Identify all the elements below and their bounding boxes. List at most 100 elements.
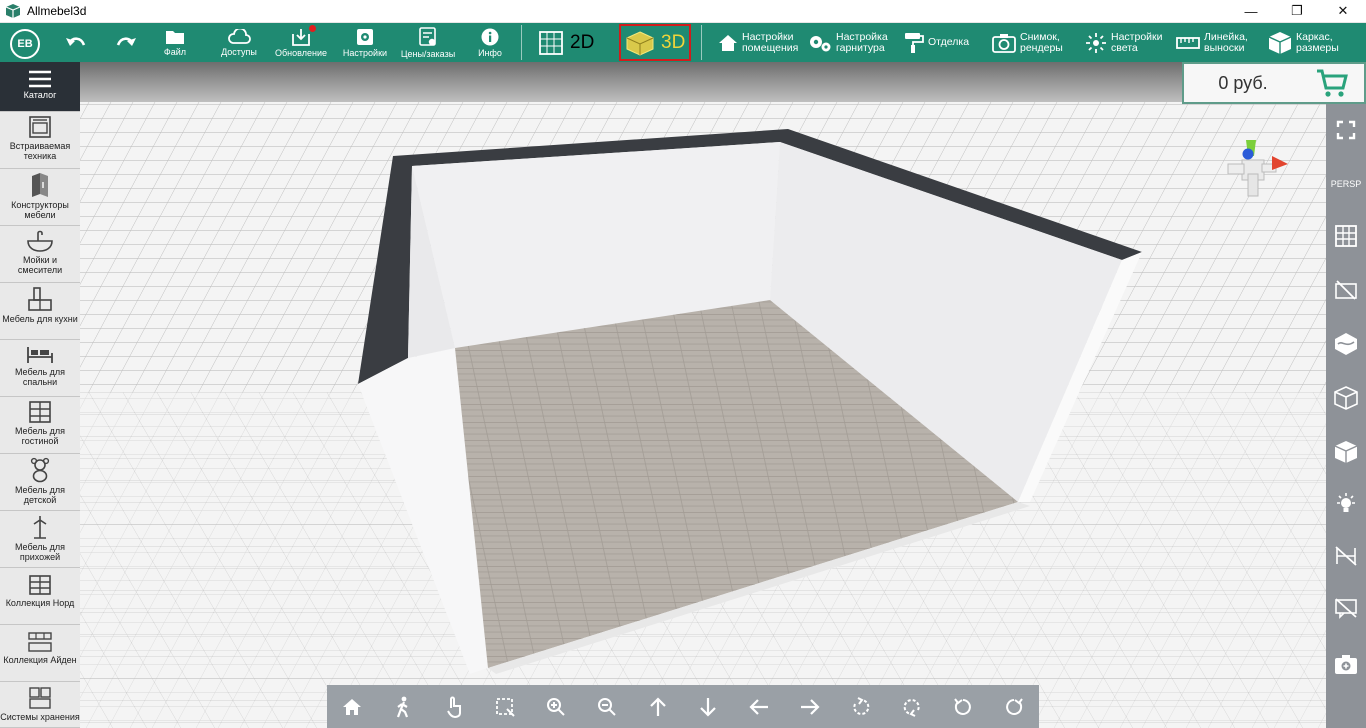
undo-button[interactable] <box>62 23 90 62</box>
selection-rectangle-icon <box>496 697 515 717</box>
furniture-set-settings-button[interactable]: Настройка гарнитура <box>808 23 888 62</box>
settings-gear-icon <box>357 28 373 45</box>
select-area-button[interactable] <box>480 685 531 728</box>
settings-label: Настройки <box>342 47 388 58</box>
walking-person-icon <box>397 696 409 717</box>
ruler-icon <box>1176 36 1200 49</box>
toolbar-separator <box>521 25 522 60</box>
ruler-callouts-button[interactable]: Линейка, выноски <box>1176 23 1248 62</box>
move-up-button[interactable] <box>632 685 683 728</box>
move-down-button[interactable] <box>683 685 734 728</box>
rack-icon <box>28 632 52 652</box>
mode-3d-label: 3D <box>661 31 686 53</box>
room-settings-button[interactable]: Настройки помещения <box>718 23 798 62</box>
user-avatar[interactable]: EB <box>10 29 40 59</box>
info-button[interactable]: Инфо <box>468 23 512 62</box>
move-right-button[interactable] <box>785 685 836 728</box>
sidebar-item-label: Конструкторы мебели <box>11 200 69 220</box>
prices-orders-button[interactable]: Цены/заказы <box>396 23 460 62</box>
perspective-toggle[interactable]: PERSP <box>1326 170 1366 198</box>
oven-icon <box>29 116 51 138</box>
grid-toggle-button[interactable] <box>1326 220 1366 252</box>
update-button[interactable]: Обновление <box>272 23 330 62</box>
light-settings-button[interactable]: Настройки света <box>1085 23 1163 62</box>
sidebar-item-kitchen-furniture[interactable]: Мебель для кухни <box>0 283 80 340</box>
zoom-out-button[interactable] <box>581 685 632 728</box>
textures-icon <box>1335 333 1357 355</box>
mode-2d-button[interactable]: 2D <box>538 23 594 62</box>
info-icon <box>481 28 499 45</box>
sidebar-item-label: Коллекция Норд <box>5 598 75 608</box>
hide-walls-button[interactable] <box>1326 274 1366 306</box>
shelving-icon <box>29 401 51 423</box>
frame-dimensions-button[interactable]: Каркас, размеры <box>1268 23 1339 62</box>
wireframe-view-button[interactable] <box>1326 382 1366 414</box>
app-logo-icon <box>5 4 21 18</box>
prices-orders-label: Цены/заказы <box>400 48 456 59</box>
bed-icon <box>27 347 53 363</box>
view-tools-bar: PERSP <box>1326 104 1366 728</box>
textures-button[interactable] <box>1326 328 1366 360</box>
mode-3d-button[interactable]: 3D <box>619 24 692 61</box>
sidebar-item-built-in-appliances[interactable]: Встраиваемая техника <box>0 112 80 169</box>
home-view-button[interactable] <box>327 685 378 728</box>
ruler-line2: выноски <box>1204 41 1245 54</box>
access-button[interactable]: Доступы <box>212 23 266 62</box>
solid-view-button[interactable] <box>1326 436 1366 468</box>
arrow-right-icon <box>801 698 820 715</box>
sidebar-item-living-room-furniture[interactable]: Мебель для гостиной <box>0 397 80 454</box>
viewport-3d[interactable] <box>0 62 1366 728</box>
sidebar-item-nord-collection[interactable]: Коллекция Норд <box>0 568 80 625</box>
redo-button[interactable] <box>112 23 140 62</box>
orbit-down-button[interactable] <box>836 685 887 728</box>
sidebar-item-hallway-furniture[interactable]: Мебель для прихожей <box>0 511 80 568</box>
sidebar-item-label: Мойки и смесители <box>17 255 63 275</box>
sidebar-item-furniture-constructors[interactable]: Конструкторы мебели <box>0 169 80 226</box>
settings-button[interactable]: Настройки <box>338 23 392 62</box>
pan-hand-button[interactable] <box>429 685 480 728</box>
light-sun-icon <box>1086 32 1106 53</box>
sidebar-item-label: Мебель для спальни <box>14 367 66 387</box>
sidebar-item-bedroom-furniture[interactable]: Мебель для спальни <box>0 340 80 397</box>
info-label: Инфо <box>478 47 502 58</box>
camera-icon <box>992 33 1016 53</box>
arrow-down-icon <box>700 697 717 717</box>
fullscreen-button[interactable] <box>1326 114 1366 146</box>
kitchen-icon <box>28 287 52 311</box>
lighting-toggle-button[interactable] <box>1326 488 1366 520</box>
rotate-right-button[interactable] <box>988 685 1039 728</box>
sidebar-item-sinks-faucets[interactable]: Мойки и смесители <box>0 226 80 283</box>
minimize-button[interactable]: — <box>1228 0 1274 23</box>
price-list-icon <box>419 26 436 46</box>
hide-dimensions-button[interactable] <box>1326 540 1366 572</box>
sidebar-item-label: Коллекция Айден <box>3 655 77 665</box>
arrow-left-icon <box>749 698 769 715</box>
maximize-button[interactable]: ❐ <box>1274 0 1320 23</box>
sidebar-item-aiden-collection[interactable]: Коллекция Айден <box>0 625 80 682</box>
frame-label: Каркас, размеры <box>1296 31 1339 54</box>
sidebar-item-label: Мебель для кухни <box>2 314 78 324</box>
snapshot-render-button[interactable]: Снимок, рендеры <box>992 23 1063 62</box>
rotate-right-icon <box>1005 697 1023 715</box>
mode-2d-label: 2D <box>570 31 595 53</box>
ruler-label: Линейка, выноски <box>1204 31 1248 54</box>
close-button[interactable]: ✕ <box>1320 0 1366 23</box>
walk-mode-button[interactable] <box>378 685 429 728</box>
rotate-left-button[interactable] <box>937 685 988 728</box>
finishing-button[interactable]: Отделка <box>904 23 969 62</box>
sidebar-item-label: Каталог <box>23 90 57 100</box>
sidebar-item-storage-systems[interactable]: Системы хранения <box>0 682 80 728</box>
orientation-gizmo[interactable] <box>1226 138 1290 202</box>
move-left-button[interactable] <box>734 685 785 728</box>
zoom-out-icon <box>597 697 616 716</box>
hide-callouts-button[interactable] <box>1326 592 1366 624</box>
access-label: Доступы <box>221 46 257 57</box>
cart-widget[interactable]: 0 руб. <box>1182 62 1366 104</box>
file-button[interactable]: Файл <box>150 23 200 62</box>
finishing-label: Отделка <box>928 36 970 48</box>
sidebar-item-kids-furniture[interactable]: Мебель для детской <box>0 454 80 511</box>
orbit-up-button[interactable] <box>886 685 937 728</box>
take-screenshot-button[interactable] <box>1326 648 1366 680</box>
zoom-in-button[interactable] <box>530 685 581 728</box>
sidebar-item-catalog[interactable]: Каталог <box>0 62 80 112</box>
